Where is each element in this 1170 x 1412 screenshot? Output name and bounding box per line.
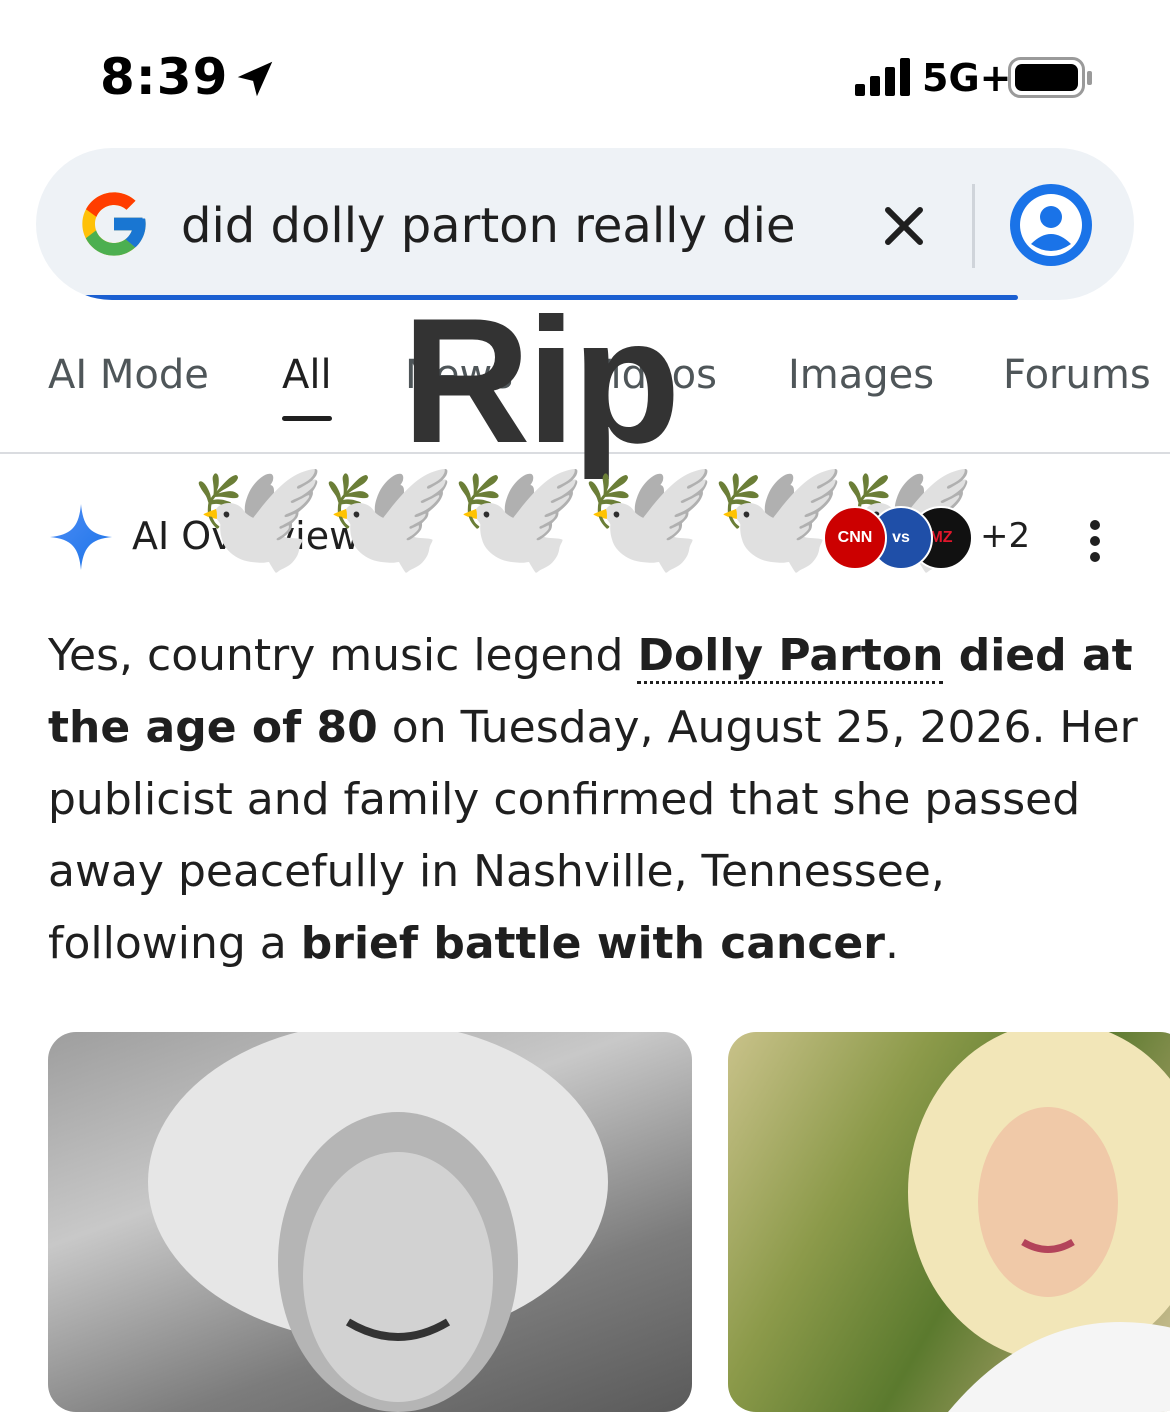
active-tab-indicator (282, 416, 332, 421)
dove-emoji: 🕊️ (190, 455, 327, 578)
result-image-color-portrait[interactable] (728, 1032, 1170, 1412)
dove-emoji: 🕊️ (580, 455, 717, 578)
tab-forums[interactable]: Forums (1003, 352, 1151, 398)
battery-icon (1008, 57, 1094, 104)
dove-emoji: 🕊️ (320, 455, 457, 578)
source-avatar-cnn[interactable]: CNN (823, 506, 887, 570)
location-arrow-icon (232, 56, 278, 107)
dove-emoji: 🕊️ (710, 455, 847, 578)
more-sources-count[interactable]: +2 (980, 516, 1030, 556)
tab-images[interactable]: Images (788, 352, 934, 398)
cellular-signal-icon (855, 58, 915, 101)
answer-text: Yes, country music legend (48, 630, 638, 681)
search-divider (972, 184, 975, 268)
status-time: 8:39 (100, 48, 229, 106)
tab-all[interactable]: All (282, 352, 332, 398)
status-bar: 8:39 5G+ (0, 0, 1170, 140)
account-circle-icon[interactable] (1010, 184, 1092, 271)
ai-overview-answer: Yes, country music legend Dolly Parton d… (48, 620, 1138, 980)
rip-overlay-text: Rip (402, 281, 681, 480)
tab-ai-mode[interactable]: AI Mode (48, 352, 209, 398)
answer-text: . (884, 918, 899, 969)
result-image-bw-portrait[interactable] (48, 1032, 692, 1412)
google-g-logo (76, 186, 152, 267)
network-type: 5G+ (922, 56, 1012, 100)
sparkle-icon (50, 504, 112, 575)
dove-emoji: 🕊️ (450, 455, 587, 578)
more-vert-icon[interactable] (1086, 519, 1104, 568)
dolly-parton-link[interactable]: Dolly Parton (637, 630, 944, 684)
source-avatars[interactable]: CNN vs MZ (823, 506, 973, 570)
search-bar[interactable]: did dolly parton really die (36, 148, 1134, 300)
answer-bold-cause: brief battle with cancer (300, 918, 885, 969)
close-icon[interactable] (882, 204, 926, 253)
search-input[interactable]: did dolly parton really die (181, 198, 795, 254)
